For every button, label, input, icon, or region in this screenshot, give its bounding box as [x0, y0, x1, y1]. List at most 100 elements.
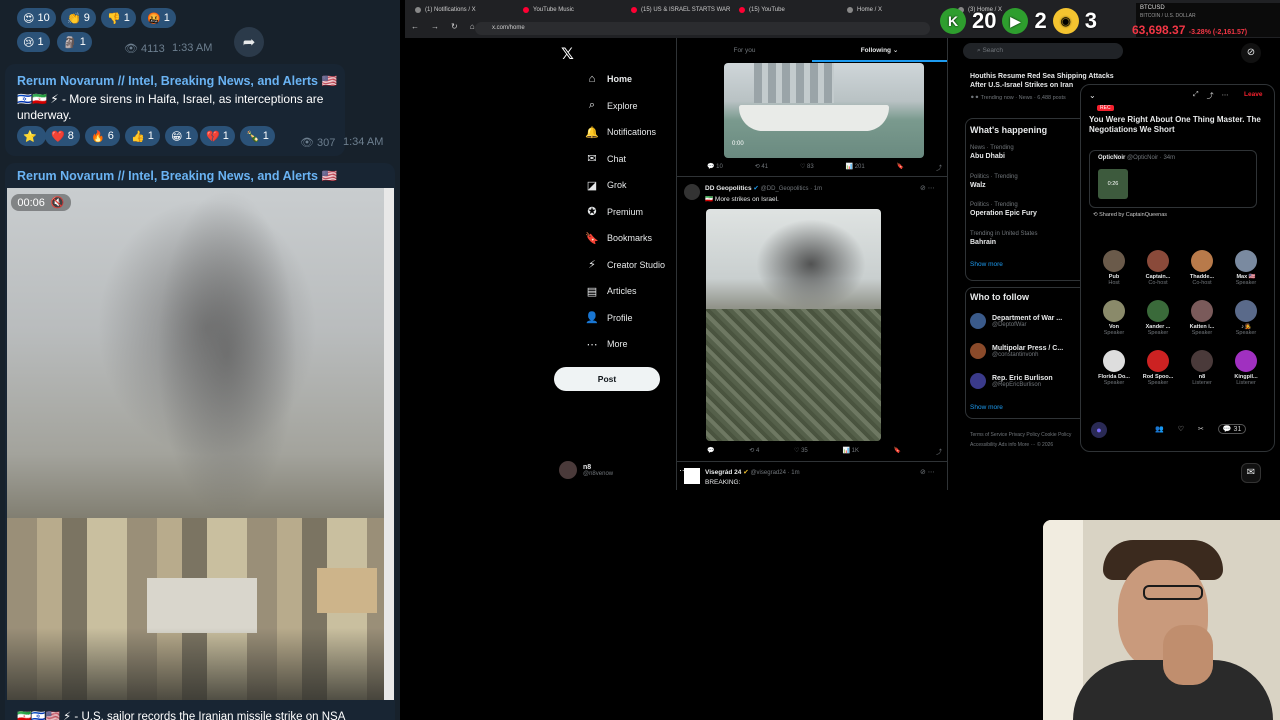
nav-more[interactable]: ⋯ More — [585, 334, 690, 354]
reaction-chip[interactable]: ❤️ 8 — [45, 126, 80, 146]
post-author[interactable]: DD Geopolitics — [705, 185, 752, 192]
share-icon[interactable]: ⤴ — [1207, 91, 1214, 101]
search-input[interactable]: ⌕ Search — [963, 43, 1123, 59]
trend-item[interactable]: Politics · Trending Walz — [970, 174, 1018, 189]
space-participant[interactable]: Von Speaker — [1095, 300, 1133, 336]
reaction-chip[interactable]: 🗿 1 — [57, 32, 92, 52]
follow-suggestion[interactable]: Multipolar Press / C... @constantinvonh — [970, 343, 1063, 359]
video-scrollbar[interactable] — [384, 188, 394, 700]
nav-creator-studio[interactable]: ⚡ Creator Studio — [585, 255, 690, 275]
share-icon[interactable]: ⤴ — [936, 447, 942, 456]
browser-tab[interactable]: (15) US & ISRAEL STARTS WAR — [631, 3, 730, 17]
forward-icon[interactable]: → — [431, 22, 439, 31]
reaction-chip[interactable]: 🤬 1 — [141, 8, 176, 28]
x-logo-icon[interactable]: 𝕏 — [561, 44, 574, 64]
reaction-chip[interactable]: 💔 1 — [200, 126, 235, 146]
post-video[interactable]: 0:00 — [724, 63, 924, 158]
like-icon[interactable]: ♡ 83 — [800, 163, 814, 172]
clip-thumbnail[interactable]: 0:26 — [1098, 169, 1128, 199]
follow-suggestion[interactable]: Rep. Eric Burlison @RepEricBurlison — [970, 373, 1053, 389]
show-more-link[interactable]: Show more — [970, 261, 1003, 268]
tab-following[interactable]: Following ⌄ — [812, 42, 947, 62]
reaction-chip[interactable]: 👍 1 — [125, 126, 160, 146]
reaction-chip[interactable]: 👎 1 — [101, 8, 136, 28]
reaction-chip[interactable]: 👏 9 — [61, 8, 96, 28]
forward-icon[interactable]: ➦ — [234, 27, 264, 57]
space-participant[interactable]: Rod Spoo... Speaker — [1139, 350, 1177, 386]
space-participant[interactable]: n8 Listener — [1183, 350, 1221, 386]
nav-bookmarks[interactable]: 🔖 Bookmarks — [585, 228, 690, 248]
space-participant[interactable]: Xander ... Speaker — [1139, 300, 1177, 336]
space-participant[interactable]: Kingpil... Listener — [1227, 350, 1265, 386]
people-icon[interactable]: 👥 — [1155, 425, 1164, 433]
channel-name[interactable]: Rerum Novarum // Intel, Breaking News, a… — [17, 169, 337, 184]
post-button[interactable]: Post — [554, 367, 660, 391]
avatar[interactable] — [684, 468, 700, 484]
show-more-link[interactable]: Show more — [970, 404, 1003, 411]
mic-icon[interactable]: ● — [1091, 422, 1107, 438]
mute-icon[interactable]: 🔇 — [51, 196, 65, 209]
reaction-chip[interactable]: 😢 1 — [17, 32, 50, 52]
nav-premium[interactable]: ✪ Premium — [585, 202, 690, 222]
tab-for-you[interactable]: For you — [677, 42, 812, 62]
reaction-chip[interactable]: 😁 1 — [165, 126, 198, 146]
reaction-chip[interactable]: ⭐ — [17, 126, 46, 146]
messages-icon[interactable]: ✉ — [1241, 463, 1261, 483]
more-icon[interactable]: ⋯ — [1222, 91, 1229, 101]
nav-grok[interactable]: ◪ Grok — [585, 175, 690, 195]
views-icon[interactable]: 📊 1K — [843, 447, 859, 456]
grok-fab-icon[interactable]: ⊘ — [1241, 43, 1261, 63]
like-icon[interactable]: ♡ 35 — [794, 447, 808, 456]
reload-icon[interactable]: ↻ — [451, 22, 458, 31]
space-participant[interactable]: Thadde... Co-host — [1183, 250, 1221, 286]
heart-icon[interactable]: ♡ — [1178, 425, 1184, 433]
repost-icon[interactable]: ⟲ 41 — [755, 163, 768, 172]
channel-name[interactable]: Rerum Novarum // Intel, Breaking News, a… — [17, 74, 337, 89]
space-participant[interactable]: Florida Do... Speaker — [1095, 350, 1133, 386]
space-participant[interactable]: Max 🇺🇸 Speaker — [1227, 250, 1265, 286]
comments-button[interactable]: 💬 31 — [1217, 424, 1247, 434]
space-participant[interactable]: Katten i... Speaker — [1183, 300, 1221, 336]
browser-tab[interactable]: (15) YouTube — [739, 3, 785, 17]
trend-item[interactable]: Trending in United States Bahrain — [970, 231, 1037, 246]
video-player[interactable]: 00:06 🔇 — [7, 188, 394, 700]
home-icon[interactable]: ⌂ — [470, 22, 475, 31]
clip-icon[interactable]: ✂ — [1198, 425, 1204, 433]
reaction-chip[interactable]: 🔥 6 — [85, 126, 120, 146]
grok-icon[interactable]: ⊘ ⋯ — [920, 468, 935, 476]
space-participant[interactable]: Captain... Co-host — [1139, 250, 1177, 286]
space-participant[interactable]: Pub Host — [1095, 250, 1133, 286]
account-switcher[interactable]: n8@n8venow ⋯ — [559, 461, 687, 479]
nav-notifications[interactable]: 🔔 Notifications — [585, 122, 690, 142]
leave-button[interactable]: Leave — [1244, 91, 1262, 98]
browser-tab[interactable]: YouTube Music — [523, 3, 574, 17]
back-icon[interactable]: ← — [411, 22, 419, 31]
avatar[interactable] — [684, 184, 700, 200]
nav-profile[interactable]: 👤 Profile — [585, 308, 690, 328]
browser-tab[interactable]: (1) Notifications / X — [415, 3, 476, 17]
nav-explore[interactable]: ⌕ Explore — [585, 96, 690, 116]
trend-item[interactable]: News · Trending Abu Dhabi — [970, 145, 1014, 160]
footer-links[interactable]: Terms of Service Privacy Policy Cookie P… — [970, 430, 1085, 450]
expand-icon[interactable]: ⤢ — [1193, 91, 1199, 101]
reaction-chip[interactable]: 🍾 1 — [240, 126, 275, 146]
bookmark-icon[interactable]: 🔖 — [897, 163, 904, 172]
bookmark-icon[interactable]: 🔖 — [894, 447, 901, 456]
share-icon[interactable]: ⤴ — [936, 163, 942, 172]
space-clip-card[interactable]: OpticNoir @OpticNoir · 34m 0:26 — [1089, 150, 1257, 208]
nav-articles[interactable]: ▤ Articles — [585, 281, 690, 301]
repost-icon[interactable]: ⟲ 4 — [749, 447, 759, 456]
reaction-chip[interactable]: 😍 10 — [17, 8, 56, 28]
follow-suggestion[interactable]: Department of War ... @DeptofWar — [970, 313, 1062, 329]
collapse-icon[interactable]: ⌄ — [1089, 91, 1096, 100]
address-bar[interactable]: x.com/home — [475, 22, 930, 35]
post-author[interactable]: Visegrád 24 — [705, 469, 741, 476]
browser-tab[interactable]: Home / X — [847, 3, 882, 17]
nav-chat[interactable]: ✉ Chat — [585, 149, 690, 169]
reply-icon[interactable]: 💬 10 — [707, 163, 723, 172]
post-image[interactable] — [706, 209, 881, 441]
views-icon[interactable]: 📊 201 — [846, 163, 865, 172]
grok-icon[interactable]: ⊘ ⋯ — [920, 184, 935, 192]
space-participant[interactable]: ♪🧑‍🎤 Speaker — [1227, 300, 1265, 336]
nav-home[interactable]: ⌂ Home — [585, 69, 690, 89]
